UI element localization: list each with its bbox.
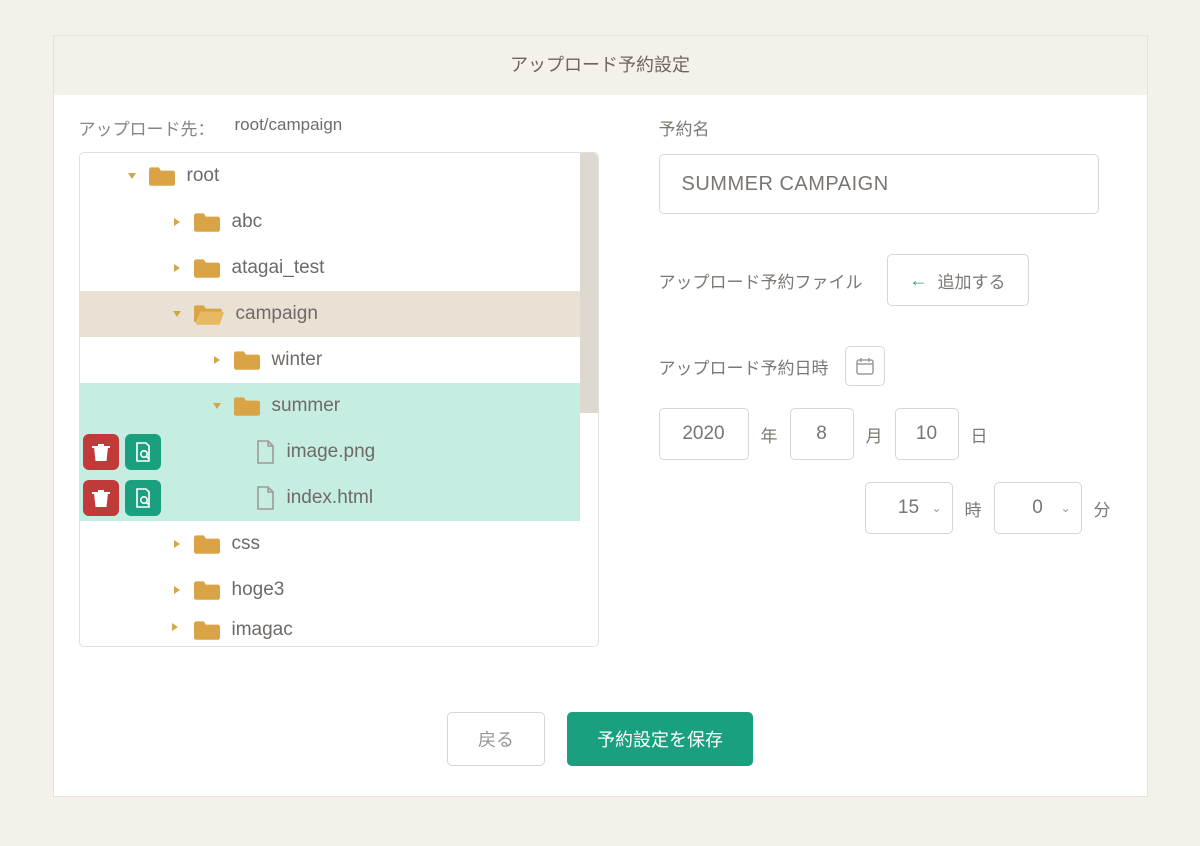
delete-file-button[interactable] bbox=[83, 434, 119, 470]
tree-item-campaign[interactable]: campaign bbox=[80, 291, 580, 337]
year-unit: 年 bbox=[761, 422, 778, 447]
tree-item-atagai-test[interactable]: atagai_test bbox=[80, 245, 580, 291]
minute-select[interactable]: 0 ⌄ bbox=[994, 482, 1082, 534]
tree-item-root[interactable]: root bbox=[80, 153, 580, 199]
folder-icon bbox=[234, 395, 260, 417]
chevron-down-icon[interactable] bbox=[170, 309, 184, 319]
folder-icon bbox=[194, 211, 220, 233]
trash-icon bbox=[92, 442, 110, 462]
tree-label: summer bbox=[272, 395, 341, 417]
trash-icon bbox=[92, 488, 110, 508]
folder-icon bbox=[234, 349, 260, 371]
folder-icon bbox=[194, 533, 220, 555]
upload-file-label: アップロード予約ファイル bbox=[659, 268, 863, 293]
calendar-icon bbox=[855, 356, 875, 376]
day-input[interactable] bbox=[895, 408, 959, 460]
upload-destination-label: アップロード先： bbox=[79, 115, 215, 140]
chevron-right-icon[interactable] bbox=[170, 263, 184, 273]
month-unit: 月 bbox=[866, 422, 883, 447]
hour-select[interactable]: 15 ⌄ bbox=[865, 482, 953, 534]
folder-icon bbox=[194, 257, 220, 279]
chevron-right-icon[interactable] bbox=[170, 539, 184, 549]
reservation-name-label: 予約名 bbox=[659, 115, 1122, 140]
folder-icon bbox=[194, 579, 220, 601]
year-input[interactable] bbox=[659, 408, 749, 460]
add-file-button[interactable]: ← 追加する bbox=[887, 254, 1029, 306]
upload-destination: アップロード先： root/campaign bbox=[79, 115, 599, 140]
folder-icon bbox=[194, 619, 220, 641]
scrollbar[interactable] bbox=[580, 153, 598, 413]
folder-tree: root abc bbox=[79, 152, 599, 647]
left-column: アップロード先： root/campaign root bbox=[79, 115, 599, 647]
chevron-down-icon[interactable] bbox=[125, 171, 139, 181]
tree-label: abc bbox=[232, 211, 263, 233]
right-column: 予約名 アップロード予約ファイル ← 追加する アップロード予約日時 bbox=[599, 115, 1122, 647]
tree-label: image.png bbox=[287, 441, 376, 463]
chevron-down-icon[interactable] bbox=[210, 401, 224, 411]
tree-label: atagai_test bbox=[232, 257, 325, 279]
minute-value: 0 bbox=[1032, 497, 1043, 519]
modal-title: アップロード予約設定 bbox=[54, 36, 1147, 95]
tree-label: css bbox=[232, 533, 261, 555]
tree-item-winter[interactable]: winter bbox=[80, 337, 580, 383]
add-file-button-label: 追加する bbox=[938, 268, 1006, 293]
tree-label: index.html bbox=[287, 487, 374, 509]
tree-item-summer[interactable]: summer bbox=[80, 383, 580, 429]
chevron-right-icon[interactable] bbox=[210, 355, 224, 365]
tree-label: imagac bbox=[232, 619, 293, 641]
tree-item-abc[interactable]: abc bbox=[80, 199, 580, 245]
chevron-right-icon[interactable] bbox=[170, 619, 184, 637]
reservation-name-input[interactable] bbox=[659, 154, 1099, 214]
folder-open-icon bbox=[194, 303, 224, 325]
tree-item-index-html[interactable]: index.html bbox=[80, 475, 580, 521]
day-unit: 日 bbox=[971, 422, 988, 447]
month-input[interactable] bbox=[790, 408, 854, 460]
file-search-icon bbox=[134, 488, 152, 508]
upload-reservation-modal: アップロード予約設定 アップロード先： root/campaign root bbox=[53, 35, 1148, 797]
chevron-right-icon[interactable] bbox=[170, 585, 184, 595]
tree-item-css[interactable]: css bbox=[80, 521, 580, 567]
tree-label: campaign bbox=[236, 303, 318, 325]
tree-label: winter bbox=[272, 349, 323, 371]
upload-destination-path: root/campaign bbox=[235, 115, 343, 140]
tree-item-image-png[interactable]: image.png bbox=[80, 429, 580, 475]
hour-value: 15 bbox=[898, 497, 919, 519]
folder-icon bbox=[149, 165, 175, 187]
back-button[interactable]: 戻る bbox=[447, 712, 545, 766]
chevron-right-icon[interactable] bbox=[170, 217, 184, 227]
arrow-left-icon: ← bbox=[910, 270, 928, 291]
tree-label: root bbox=[187, 165, 220, 187]
minute-unit: 分 bbox=[1094, 496, 1111, 521]
hour-unit: 時 bbox=[965, 496, 982, 521]
save-button[interactable]: 予約設定を保存 bbox=[567, 712, 753, 766]
chevron-down-icon: ⌄ bbox=[931, 501, 941, 515]
tree-item-hoge3[interactable]: hoge3 bbox=[80, 567, 580, 613]
file-search-icon bbox=[134, 442, 152, 462]
file-icon bbox=[255, 440, 275, 464]
preview-file-button[interactable] bbox=[125, 480, 161, 516]
delete-file-button[interactable] bbox=[83, 480, 119, 516]
datetime-label: アップロード予約日時 bbox=[659, 354, 829, 379]
file-icon bbox=[255, 486, 275, 510]
preview-file-button[interactable] bbox=[125, 434, 161, 470]
tree-label: hoge3 bbox=[232, 579, 285, 601]
tree-item-images[interactable]: imagac bbox=[80, 613, 580, 646]
chevron-down-icon: ⌄ bbox=[1060, 501, 1070, 515]
modal-footer: 戻る 予約設定を保存 bbox=[54, 657, 1147, 796]
calendar-button[interactable] bbox=[845, 346, 885, 386]
